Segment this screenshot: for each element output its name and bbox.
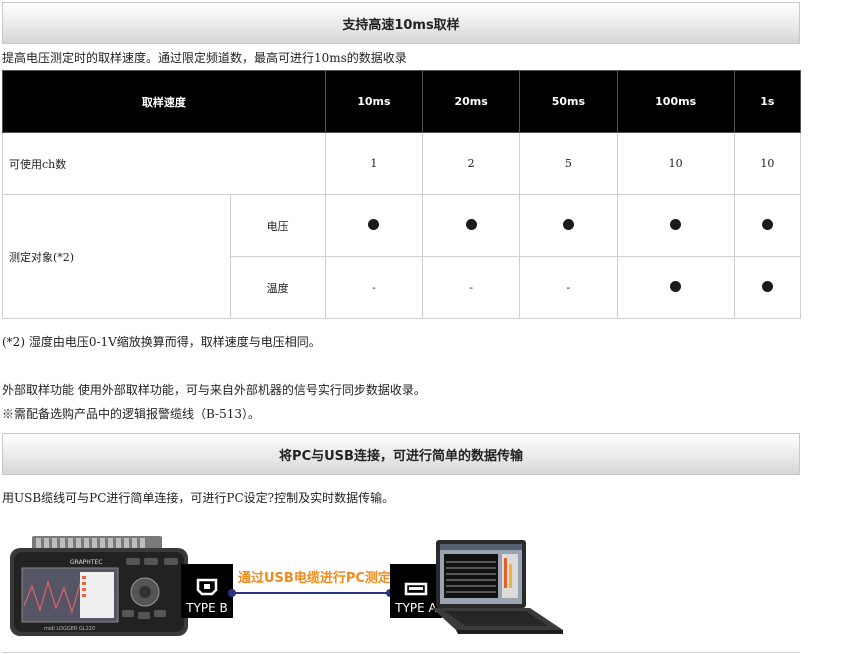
supported-dot-icon xyxy=(562,218,574,230)
usb-cable-line xyxy=(232,592,390,594)
data-logger-image: GRAPHTEC midi LOGGER GL220 xyxy=(10,536,188,636)
device-brand: GRAPHTEC xyxy=(70,559,102,566)
temperature-cell: - xyxy=(324,256,424,319)
supported-dot-icon xyxy=(368,218,380,230)
supported-dot-icon xyxy=(761,280,773,292)
header-speed-1s: 1s xyxy=(733,70,802,133)
voltage-cell xyxy=(733,194,802,257)
laptop-image xyxy=(432,540,563,634)
type-b-port: TYPE B xyxy=(181,564,233,618)
note-alarm-cable: ※需配备选购产品中的逻辑报警缆线（B-513）。 xyxy=(2,407,261,421)
target-label: 测定对象(*2) xyxy=(2,194,231,319)
usb-type-a-icon xyxy=(404,582,428,596)
supported-dot-icon xyxy=(761,218,773,230)
voltage-label: 电压 xyxy=(229,194,326,257)
type-b-label: TYPE B xyxy=(186,601,228,615)
header-speed-100ms: 100ms xyxy=(616,70,735,133)
table-row-voltage: 测定对象(*2) 电压 xyxy=(2,194,802,319)
channels-cell: 5 xyxy=(519,132,618,195)
voltage-cell xyxy=(519,194,618,257)
header-sampling-speed: 取样速度 xyxy=(2,70,326,133)
device-model: midi LOGGER GL220 xyxy=(44,626,95,632)
channels-cell: 1 xyxy=(324,132,424,195)
channels-label: 可使用ch数 xyxy=(2,132,326,195)
usb-type-b-icon xyxy=(196,578,218,596)
bottom-divider xyxy=(2,652,800,653)
section-header-usb: 将PC与USB连接，可进行简单的数据传输 xyxy=(2,433,800,475)
channels-cell: 10 xyxy=(733,132,802,195)
table-header-row: 取样速度 10ms 20ms 50ms 100ms 1s xyxy=(2,70,802,133)
temperature-cell xyxy=(733,256,802,319)
channels-cell: 10 xyxy=(616,132,735,195)
temperature-cell: - xyxy=(519,256,618,319)
section-header-sampling: 支持高速10ms取样 xyxy=(2,2,800,44)
usb-intro: 用USB缆线可与PC进行简单连接，可进行PC设定?控制及实时数据传输。 xyxy=(2,491,395,505)
temperature-label: 温度 xyxy=(229,256,326,319)
header-speed-50ms: 50ms xyxy=(519,70,618,133)
section-title: 支持高速10ms取样 xyxy=(342,17,460,33)
supported-dot-icon xyxy=(670,218,682,230)
header-speed-10ms: 10ms xyxy=(324,70,424,133)
header-speed-20ms: 20ms xyxy=(422,70,521,133)
sampling-intro: 提高电压测定时的取样速度。通过限定频道数，最高可进行10ms的数据收录 xyxy=(2,51,407,65)
temperature-cell: - xyxy=(422,256,521,319)
supported-dot-icon xyxy=(465,218,477,230)
note-humidity: (*2) 湿度由电压0-1V缩放换算而得，取样速度与电压相同。 xyxy=(2,335,321,349)
supported-dot-icon xyxy=(670,280,682,292)
section-title: 将PC与USB连接，可进行简单的数据传输 xyxy=(279,448,523,464)
note-external-sampling: 外部取样功能 使用外部取样功能，可与来自外部机器的信号实行同步数据收录。 xyxy=(2,383,426,397)
cable-label: 通过USB电缆进行PC测定 xyxy=(238,571,391,586)
voltage-cell xyxy=(616,194,735,257)
voltage-cell xyxy=(422,194,521,257)
channels-cell: 2 xyxy=(422,132,521,195)
voltage-cell xyxy=(324,194,424,257)
table-row-channels: 可使用ch数 1 2 5 10 10 xyxy=(2,132,802,195)
temperature-cell xyxy=(616,256,735,319)
sampling-spec-table: 取样速度 10ms 20ms 50ms 100ms 1s 可使用ch数 1 2 … xyxy=(2,70,802,319)
